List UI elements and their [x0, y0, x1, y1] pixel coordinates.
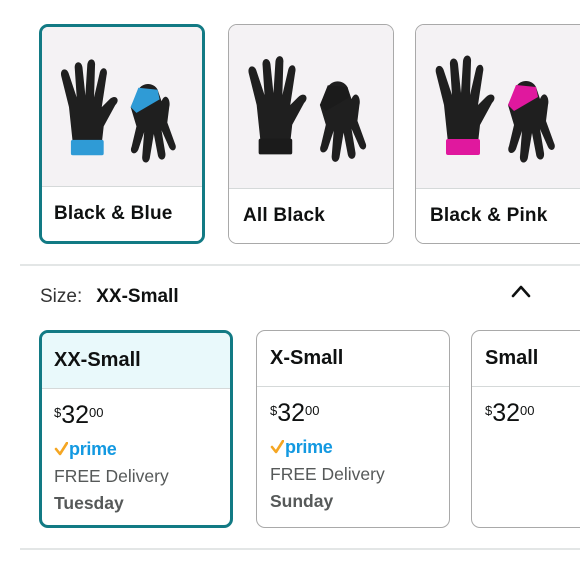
color-option-black-pink[interactable]: Black & Pink	[415, 24, 580, 244]
price-whole: 32	[61, 401, 90, 429]
size-option-label: Small	[472, 331, 580, 387]
product-image	[229, 25, 393, 189]
chevron-up-icon[interactable]	[509, 282, 533, 300]
delivery-day: Tuesday	[54, 493, 124, 513]
delivery-day: Sunday	[270, 491, 334, 511]
color-option-label: All Black	[229, 188, 393, 243]
glove-pair-icon	[60, 59, 176, 163]
glove-pair-icon	[248, 56, 367, 162]
price-whole: 32	[492, 399, 521, 427]
delivery-text: FREE Delivery	[270, 464, 385, 484]
price-fraction: 00	[89, 405, 104, 420]
size-option-small[interactable]: Small $ 32 00	[471, 330, 580, 528]
product-image	[416, 25, 580, 189]
price-whole: 32	[277, 399, 306, 427]
glove-pair-icon	[435, 55, 555, 163]
color-option-all-black[interactable]: All Black	[228, 24, 394, 244]
prime-label: prime	[285, 436, 333, 457]
price-currency: $	[270, 403, 278, 418]
divider	[20, 548, 580, 550]
divider	[20, 264, 580, 266]
size-options: XX-Small $ 32 00 prime FREE Delivery Tue…	[0, 328, 580, 532]
price: $ 32 00	[54, 403, 230, 431]
prime-check-icon	[54, 442, 68, 456]
price-currency: $	[485, 403, 493, 418]
size-option-label: X-Small	[257, 331, 449, 387]
price-currency: $	[54, 405, 62, 420]
color-option-label: Black & Blue	[42, 186, 202, 241]
price-fraction: 00	[305, 403, 320, 418]
product-image	[42, 27, 202, 191]
prime-check-icon	[270, 440, 284, 454]
size-key-label: Size:	[40, 286, 83, 307]
size-option-label: XX-Small	[42, 333, 230, 389]
price-fraction: 00	[520, 403, 535, 418]
size-option-x-small[interactable]: X-Small $ 32 00 prime FREE Delivery Sund…	[256, 330, 450, 528]
prime-label: prime	[69, 438, 117, 459]
price: $ 32 00	[270, 401, 449, 429]
size-option-xx-small[interactable]: XX-Small $ 32 00 prime FREE Delivery Tue…	[39, 330, 233, 528]
size-selector-header: Size: XX-Small	[40, 283, 179, 311]
delivery-text: FREE Delivery	[54, 466, 169, 486]
price: $ 32 00	[485, 401, 580, 429]
color-options: Black & Blue All Black Black & Pink	[0, 0, 580, 262]
selected-size-value: XX-Small	[96, 286, 179, 307]
color-option-black-blue[interactable]: Black & Blue	[39, 24, 205, 244]
prime-badge: prime	[54, 438, 230, 460]
prime-badge: prime	[270, 436, 449, 458]
color-option-label: Black & Pink	[416, 188, 580, 243]
